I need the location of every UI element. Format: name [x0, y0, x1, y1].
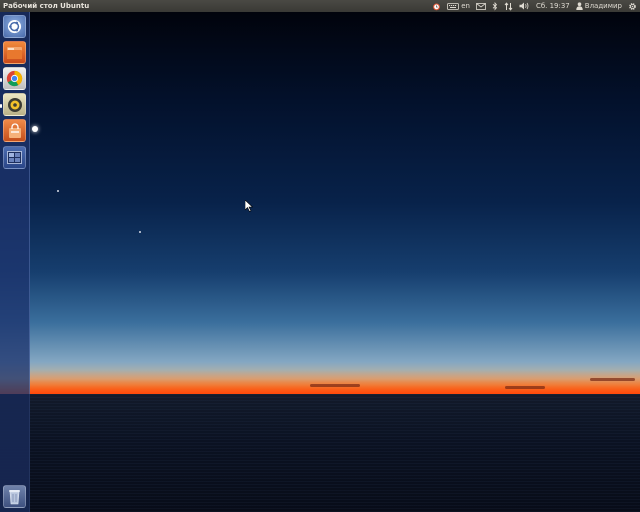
shopping-bag-icon	[8, 122, 21, 138]
moon	[32, 126, 38, 132]
volume-icon	[519, 2, 529, 10]
mail-icon	[476, 2, 486, 10]
gear-icon	[629, 2, 636, 10]
ubuntu-logo-icon	[7, 19, 22, 34]
workspaces-icon	[7, 151, 22, 164]
trash-icon	[9, 490, 20, 505]
keyboard-indicator[interactable]: en	[444, 0, 473, 12]
running-indicator	[0, 78, 2, 82]
files-button[interactable]	[3, 41, 26, 64]
user-name-label: Владимир	[584, 2, 622, 10]
keyboard-layout-label: en	[461, 2, 470, 10]
folder-icon	[7, 46, 22, 59]
network-icon	[504, 1, 513, 11]
chrome-icon	[6, 70, 23, 87]
top-panel: Рабочий стол Ubuntu en Сб. 19:37 Владими…	[0, 0, 640, 12]
network-indicator[interactable]	[501, 0, 516, 12]
horizon-cloud	[310, 384, 360, 387]
star	[57, 190, 59, 192]
mouse-pointer-icon	[245, 200, 253, 212]
dash-home-button[interactable]	[3, 15, 26, 38]
bluetooth-icon	[492, 1, 497, 11]
messaging-indicator[interactable]	[473, 0, 489, 12]
indicator-area: en Сб. 19:37 Владимир	[429, 0, 640, 12]
software-center-button[interactable]	[3, 119, 26, 142]
chrome-button[interactable]	[3, 67, 26, 90]
window-title: Рабочий стол Ubuntu	[3, 2, 90, 10]
user-menu[interactable]: Владимир	[573, 0, 625, 12]
speaker-icon	[7, 97, 22, 112]
session-menu[interactable]	[625, 0, 640, 12]
horizon-cloud	[505, 386, 545, 389]
running-indicator	[0, 104, 2, 108]
star	[139, 231, 141, 233]
user-icon	[576, 2, 583, 10]
horizon-cloud	[590, 378, 635, 381]
alarm-indicator[interactable]	[429, 0, 444, 12]
sunset-glow	[30, 370, 640, 394]
clock-indicator[interactable]: Сб. 19:37	[533, 0, 573, 12]
workspace-switcher-button[interactable]	[3, 146, 26, 169]
bluetooth-indicator[interactable]	[489, 0, 501, 12]
sea-surface	[0, 394, 640, 512]
trash-button[interactable]	[3, 485, 26, 508]
alarm-clock-icon	[433, 2, 441, 10]
keyboard-icon	[447, 2, 460, 10]
rhythmbox-button[interactable]	[3, 93, 26, 116]
sound-indicator[interactable]	[516, 0, 533, 12]
clock-label: Сб. 19:37	[535, 2, 570, 10]
